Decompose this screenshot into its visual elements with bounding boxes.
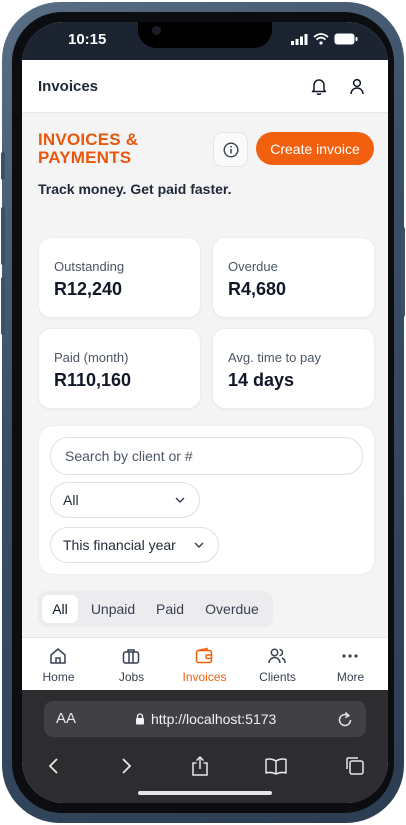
stat-card-paid-month: Paid (month) R110,160 bbox=[38, 328, 201, 409]
camera-icon bbox=[152, 26, 161, 35]
tabs-icon[interactable] bbox=[342, 753, 368, 779]
bookmarks-icon[interactable] bbox=[263, 753, 289, 779]
page-title: Invoices bbox=[38, 78, 99, 95]
tab-paid[interactable]: Paid bbox=[148, 595, 192, 623]
wifi-icon bbox=[313, 33, 329, 45]
users-icon bbox=[267, 646, 287, 666]
nav-clients[interactable]: Clients bbox=[241, 638, 314, 691]
nav-jobs[interactable]: Jobs bbox=[95, 638, 168, 691]
period-select[interactable]: This financial year bbox=[50, 527, 219, 563]
nav-label: Home bbox=[42, 670, 75, 684]
user-icon[interactable] bbox=[347, 76, 367, 96]
url-text: http://localhost:5173 bbox=[151, 711, 277, 727]
phone-screen: 10:15 Invoices INVOICES & PAYMENTS Creat… bbox=[22, 22, 388, 803]
nav-label: Jobs bbox=[118, 670, 145, 684]
stat-card-outstanding: Outstanding R12,240 bbox=[38, 237, 201, 318]
status-select[interactable]: All bbox=[50, 482, 200, 518]
volume-down-button bbox=[1, 277, 5, 335]
nav-invoices[interactable]: Invoices bbox=[168, 638, 241, 691]
status-select-value: All bbox=[63, 492, 79, 508]
volume-up-button bbox=[1, 207, 5, 265]
nav-label: Clients bbox=[259, 670, 296, 684]
status-bar: 10:15 bbox=[22, 22, 388, 60]
forward-icon[interactable] bbox=[113, 753, 139, 779]
stat-card-overdue: Overdue R4,680 bbox=[212, 237, 375, 318]
create-invoice-button[interactable]: Create invoice bbox=[256, 132, 374, 165]
status-icons bbox=[291, 33, 358, 45]
filters-card: All This financial year bbox=[38, 425, 375, 575]
tab-overdue[interactable]: Overdue bbox=[196, 595, 268, 623]
power-button bbox=[401, 227, 405, 317]
browser-toolbar: AA http://localhost:5173 bbox=[22, 690, 388, 803]
stat-value: 14 days bbox=[228, 370, 295, 390]
stat-value: R12,240 bbox=[54, 279, 123, 299]
search-field[interactable] bbox=[50, 437, 363, 475]
nav-more[interactable]: More bbox=[314, 638, 387, 691]
stat-label: Paid (month) bbox=[54, 350, 129, 365]
stat-label: Avg. time to pay bbox=[228, 350, 321, 365]
info-button[interactable] bbox=[213, 132, 248, 167]
mute-switch bbox=[1, 152, 5, 180]
stat-label: Overdue bbox=[228, 259, 278, 274]
nav-label: Invoices bbox=[182, 670, 227, 684]
phone-frame: 10:15 Invoices INVOICES & PAYMENTS Creat… bbox=[1, 2, 405, 823]
briefcase-icon bbox=[121, 646, 141, 666]
tab-all[interactable]: All bbox=[42, 595, 78, 623]
search-input[interactable] bbox=[63, 447, 347, 465]
chevron-down-icon bbox=[175, 497, 185, 503]
battery-icon bbox=[334, 33, 358, 45]
bell-icon[interactable] bbox=[309, 76, 329, 96]
signal-icon bbox=[291, 33, 308, 45]
stat-value: R4,680 bbox=[228, 279, 287, 299]
invoice-status-tabs: All Unpaid Paid Overdue bbox=[38, 591, 273, 627]
hero-title: INVOICES & PAYMENTS bbox=[38, 130, 139, 167]
bottom-nav: Home Jobs Invoices Clients More bbox=[22, 637, 388, 691]
tab-unpaid[interactable]: Unpaid bbox=[82, 595, 144, 623]
wallet-icon bbox=[194, 646, 214, 666]
period-select-value: This financial year bbox=[63, 537, 176, 553]
home-icon bbox=[48, 646, 68, 666]
url-display: http://localhost:5173 bbox=[135, 711, 276, 727]
reload-icon[interactable] bbox=[336, 709, 354, 734]
nav-home[interactable]: Home bbox=[22, 638, 95, 691]
main-content: INVOICES & PAYMENTS Create invoice Track… bbox=[22, 113, 388, 637]
reader-mode-button[interactable]: AA bbox=[56, 710, 76, 727]
stat-card-avg-time-to-pay: Avg. time to pay 14 days bbox=[212, 328, 375, 409]
status-time: 10:15 bbox=[68, 31, 107, 48]
stat-value: R110,160 bbox=[54, 370, 132, 390]
address-bar[interactable]: AA http://localhost:5173 bbox=[44, 701, 366, 737]
tagline: Track money. Get paid faster. bbox=[38, 181, 232, 197]
chevron-down-icon bbox=[194, 542, 204, 548]
info-icon bbox=[222, 141, 239, 158]
lock-icon bbox=[136, 713, 144, 725]
nav-label: More bbox=[336, 670, 365, 684]
back-icon[interactable] bbox=[41, 753, 67, 779]
stat-label: Outstanding bbox=[54, 259, 125, 274]
more-icon bbox=[340, 646, 360, 666]
dynamic-island bbox=[138, 22, 272, 48]
home-indicator bbox=[138, 791, 272, 795]
app-bar: Invoices bbox=[22, 60, 388, 113]
share-icon[interactable] bbox=[187, 753, 213, 779]
